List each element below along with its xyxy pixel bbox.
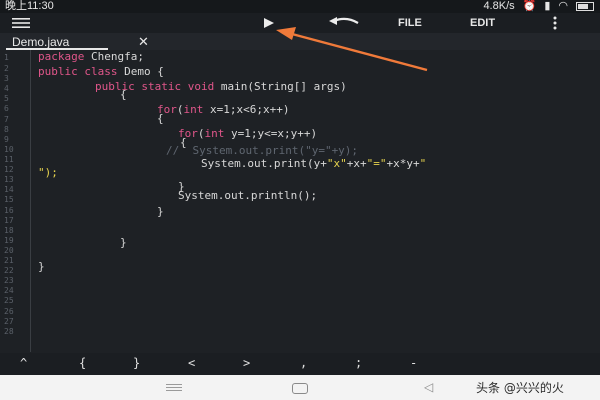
status-bar: 晚上11:30 4.8K/s ⏰ ▮ ◠	[0, 0, 600, 13]
line-number: 24	[4, 286, 14, 295]
code-line: ");	[38, 166, 58, 179]
file-menu-button[interactable]: FILE	[398, 13, 422, 33]
network-speed: 4.8K/s	[483, 0, 515, 12]
system-navigation-bar: ◁ 头条 @兴兴的火	[0, 375, 600, 400]
sim-icon: ▮	[544, 0, 551, 12]
line-number: 1	[4, 53, 9, 62]
line-number: 11	[4, 155, 14, 164]
code-line: // System.out.print("y="+y);	[166, 144, 359, 157]
line-number: 8	[4, 125, 9, 134]
code-editor[interactable]: 1 2 3 4 5 6 7 8 9 10 11 12 13 14 15 16 1…	[0, 50, 600, 352]
line-number: 10	[4, 145, 14, 154]
code-line: for(int y=1;y<=x;y++)	[178, 127, 318, 140]
hamburger-menu-icon[interactable]	[11, 13, 31, 33]
editor-toolbar: FILE EDIT	[0, 13, 600, 33]
line-number: 9	[4, 135, 9, 144]
back-icon[interactable]: ◁	[424, 380, 433, 394]
home-icon[interactable]	[292, 383, 308, 394]
line-number: 14	[4, 185, 14, 194]
symbol-key[interactable]: {	[79, 356, 86, 370]
symbol-key[interactable]: ^	[20, 356, 27, 370]
code-line: package Chengfa;	[38, 50, 144, 63]
code-line: }	[120, 236, 127, 249]
line-number: 16	[4, 206, 14, 215]
status-indicators: 4.8K/s ⏰ ▮ ◠	[483, 0, 594, 13]
code-line: }	[157, 205, 164, 218]
close-tab-icon[interactable]: ✕	[138, 34, 149, 50]
symbol-key[interactable]: -	[410, 356, 417, 370]
symbol-key[interactable]: >	[243, 356, 250, 370]
tab-demo-java[interactable]: Demo.java ✕	[0, 33, 160, 50]
line-number: 7	[4, 115, 9, 124]
more-options-icon[interactable]	[552, 13, 558, 33]
watermark: 头条 @兴兴的火	[476, 381, 564, 395]
line-number: 21	[4, 256, 14, 265]
line-number: 5	[4, 94, 9, 103]
symbol-keyboard-bar: ^ { } < > , ; -	[0, 353, 600, 375]
line-number: 4	[4, 84, 9, 93]
line-number: 19	[4, 236, 14, 245]
line-number: 25	[4, 296, 14, 305]
line-number: 13	[4, 175, 14, 184]
symbol-key[interactable]: ;	[355, 356, 362, 370]
line-number: 17	[4, 216, 14, 225]
code-line: {	[157, 112, 164, 125]
line-number: 28	[4, 327, 14, 336]
wifi-icon: ◠	[558, 0, 568, 12]
tab-label: Demo.java	[12, 35, 70, 49]
alarm-icon: ⏰	[522, 0, 537, 12]
line-number: 2	[4, 64, 9, 73]
edit-menu-button[interactable]: EDIT	[470, 13, 495, 33]
line-number: 22	[4, 266, 14, 275]
undo-icon[interactable]	[326, 13, 362, 33]
run-icon[interactable]	[262, 13, 276, 33]
line-number: 26	[4, 307, 14, 316]
line-number: 3	[4, 74, 9, 83]
line-number: 6	[4, 104, 9, 113]
code-line: System.out.print(y+"x"+x+"="+x*y+"	[201, 157, 427, 170]
symbol-key[interactable]: }	[133, 356, 140, 370]
code-line: {	[120, 88, 127, 101]
symbol-key[interactable]: <	[188, 356, 195, 370]
line-number: 20	[4, 246, 14, 255]
line-number: 27	[4, 317, 14, 326]
recent-apps-icon[interactable]	[166, 384, 182, 392]
symbol-key[interactable]: ,	[300, 356, 307, 370]
code-line: System.out.println();	[178, 189, 318, 202]
line-number: 15	[4, 195, 14, 204]
code-line: public static void main(String[] args)	[95, 80, 347, 93]
line-number: 18	[4, 226, 14, 235]
file-tab-bar: Demo.java ✕	[0, 33, 600, 51]
line-number: 23	[4, 276, 14, 285]
status-time: 晚上11:30	[5, 0, 54, 12]
battery-icon	[576, 2, 594, 11]
line-number-gutter: 1 2 3 4 5 6 7 8 9 10 11 12 13 14 15 16 1…	[0, 50, 31, 352]
code-line: }	[38, 260, 45, 273]
code-line: for(int x=1;x<6;x++)	[157, 103, 290, 116]
code-line: public class Demo {	[38, 65, 164, 78]
line-number: 12	[4, 165, 14, 174]
